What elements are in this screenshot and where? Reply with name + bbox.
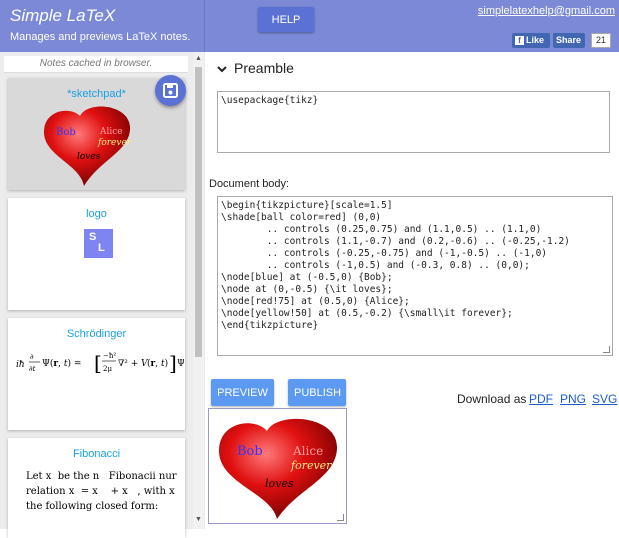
download-pdf-link[interactable]: PDF: [529, 392, 553, 406]
save-button[interactable]: [155, 75, 186, 106]
document-body-label: Document body:: [209, 178, 290, 190]
heart-loves-label: loves: [77, 152, 101, 162]
facebook-icon: f: [515, 36, 524, 45]
note-card-schrodinger[interactable]: Schrödinger iħ ∂ ∂t Ψ(r, t) = [ −ħ² 2μ ∇…: [8, 318, 185, 430]
help-button[interactable]: HELP: [258, 7, 314, 32]
download-png-link[interactable]: PNG: [560, 392, 586, 406]
publish-button[interactable]: PUBLISH: [288, 379, 346, 406]
download-svg-link[interactable]: SVG: [592, 392, 617, 406]
heart-bob-label: Bob: [56, 127, 76, 138]
fb-share-button[interactable]: Share: [553, 33, 585, 48]
preview-output: Bob Alice forever loves: [208, 408, 347, 524]
heart-preview-image: Bob Alice forever loves: [219, 418, 338, 519]
svg-text:(r, t): (r, t): [147, 358, 168, 369]
svg-text:∂t: ∂t: [29, 365, 36, 373]
heart-alice-label: Alice: [292, 444, 323, 458]
schrodinger-equation-image: iħ ∂ ∂t Ψ(r, t) = [ −ħ² 2μ ∇² + V (r, t)…: [16, 351, 184, 375]
download-label: Download as: [457, 392, 527, 406]
heart-alice-label: Alice: [99, 127, 123, 137]
svg-text:∂: ∂: [30, 353, 34, 361]
scroll-down-arrow-icon[interactable]: ▼: [195, 516, 202, 523]
preamble-editor[interactable]: \usepackage{tikz}: [217, 91, 610, 153]
note-title: Schrödinger: [66, 328, 127, 340]
heart-bob-label: Bob: [237, 444, 263, 459]
resize-handle-icon[interactable]: [337, 514, 344, 521]
preamble-heading[interactable]: Preamble: [234, 60, 294, 76]
svg-text:2μ: 2μ: [103, 365, 112, 373]
fibonacci-preview-text: Let x be the n Fibonacii nur relation x …: [26, 471, 177, 512]
floppy-disk-icon: [163, 83, 178, 98]
heart-forever-label: forever: [97, 138, 132, 148]
app-title: Simple LaTeX: [10, 6, 116, 25]
note-title: Fibonacci: [72, 448, 121, 460]
note-card-logo[interactable]: logo S L: [8, 198, 185, 310]
app-header: Simple LaTeX Manages and previews LaTeX …: [0, 0, 619, 52]
scroll-up-arrow-icon[interactable]: ▲: [195, 55, 202, 62]
preview-button[interactable]: PREVIEW: [211, 379, 274, 406]
heart-loves-label: loves: [265, 477, 294, 490]
preamble-code: \usepackage{tikz}: [221, 95, 319, 106]
svg-text:Ψ(r, t) =: Ψ(r, t) =: [42, 358, 81, 369]
svg-text:−ħ²: −ħ²: [103, 352, 116, 360]
note-card-fibonacci[interactable]: Fibonacci Let x be the n Fibonacii nur r…: [8, 438, 185, 538]
sl-logo-image: S L: [84, 229, 113, 258]
svg-text:Ψ: Ψ: [177, 359, 184, 369]
sidebar-scroll-thumb[interactable]: [195, 67, 202, 357]
note-title: logo: [86, 208, 107, 220]
svg-text:∇² +: ∇² +: [118, 359, 138, 369]
header-divider: [204, 0, 205, 52]
email-link[interactable]: simplelatexhelp@gmail.com: [478, 5, 615, 17]
document-body-code: \begin{tikzpicture}[scale=1.5] \shade[ba…: [221, 200, 570, 331]
heart-thumbnail: Bob Alice forever loves: [44, 106, 132, 186]
heart-forever-label: forever: [290, 459, 332, 472]
app-subtitle: Manages and previews LaTeX notes.: [10, 31, 191, 43]
resize-handle-icon[interactable]: [603, 346, 610, 353]
svg-text:[: [: [94, 351, 102, 375]
svg-text:iħ: iħ: [16, 360, 25, 370]
fb-share-count: 21: [591, 33, 611, 48]
cached-note: Notes cached in browser.: [4, 56, 188, 73]
chevron-down-icon[interactable]: [216, 63, 228, 75]
svg-text:]: ]: [169, 351, 177, 375]
document-body-editor[interactable]: \begin{tikzpicture}[scale=1.5] \shade[ba…: [217, 196, 613, 356]
fb-like-button[interactable]: f Like: [512, 33, 550, 48]
